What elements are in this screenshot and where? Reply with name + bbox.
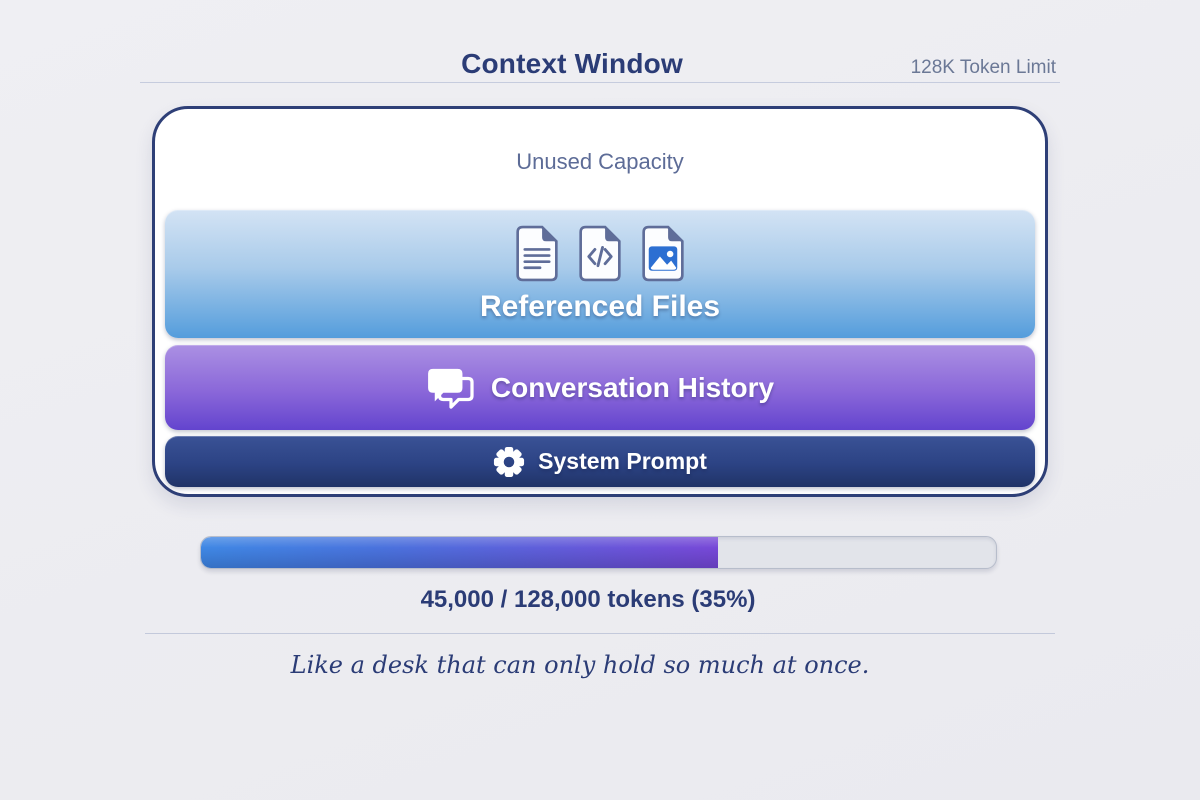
layer-label-referenced-files: Referenced Files: [480, 290, 720, 324]
layer-referenced-files: Referenced Files: [165, 210, 1035, 338]
usage-tokens-label: 45,000 / 128,000 tokens (35%): [0, 586, 1176, 614]
header-divider: [140, 82, 1060, 83]
file-icons-row: [514, 225, 686, 282]
layer-label-system-prompt: System Prompt: [538, 448, 707, 475]
chat-bubbles-icon: [426, 367, 476, 409]
gear-icon: [493, 446, 525, 478]
token-limit-label: 128K Token Limit: [911, 57, 1056, 79]
image-file-icon: [640, 225, 686, 282]
layer-system-prompt: System Prompt: [165, 436, 1035, 487]
unused-capacity-label: Unused Capacity: [155, 149, 1045, 175]
page-title: Context Window: [461, 48, 683, 80]
layer-conversation-history: Conversation History: [165, 345, 1035, 430]
analogy-caption: Like a desk that can only hold so much a…: [0, 651, 1160, 679]
layer-label-conversation-history: Conversation History: [491, 372, 774, 404]
usage-bar-fill: [201, 537, 718, 568]
bottom-divider: [145, 633, 1055, 634]
code-file-icon: [577, 225, 623, 282]
context-window-diagram: Context Window 128K Token Limit Unused C…: [0, 0, 1200, 800]
usage-progress-track: [200, 536, 997, 569]
document-file-icon: [514, 225, 560, 282]
context-window-box: Unused Capacity: [152, 106, 1048, 497]
